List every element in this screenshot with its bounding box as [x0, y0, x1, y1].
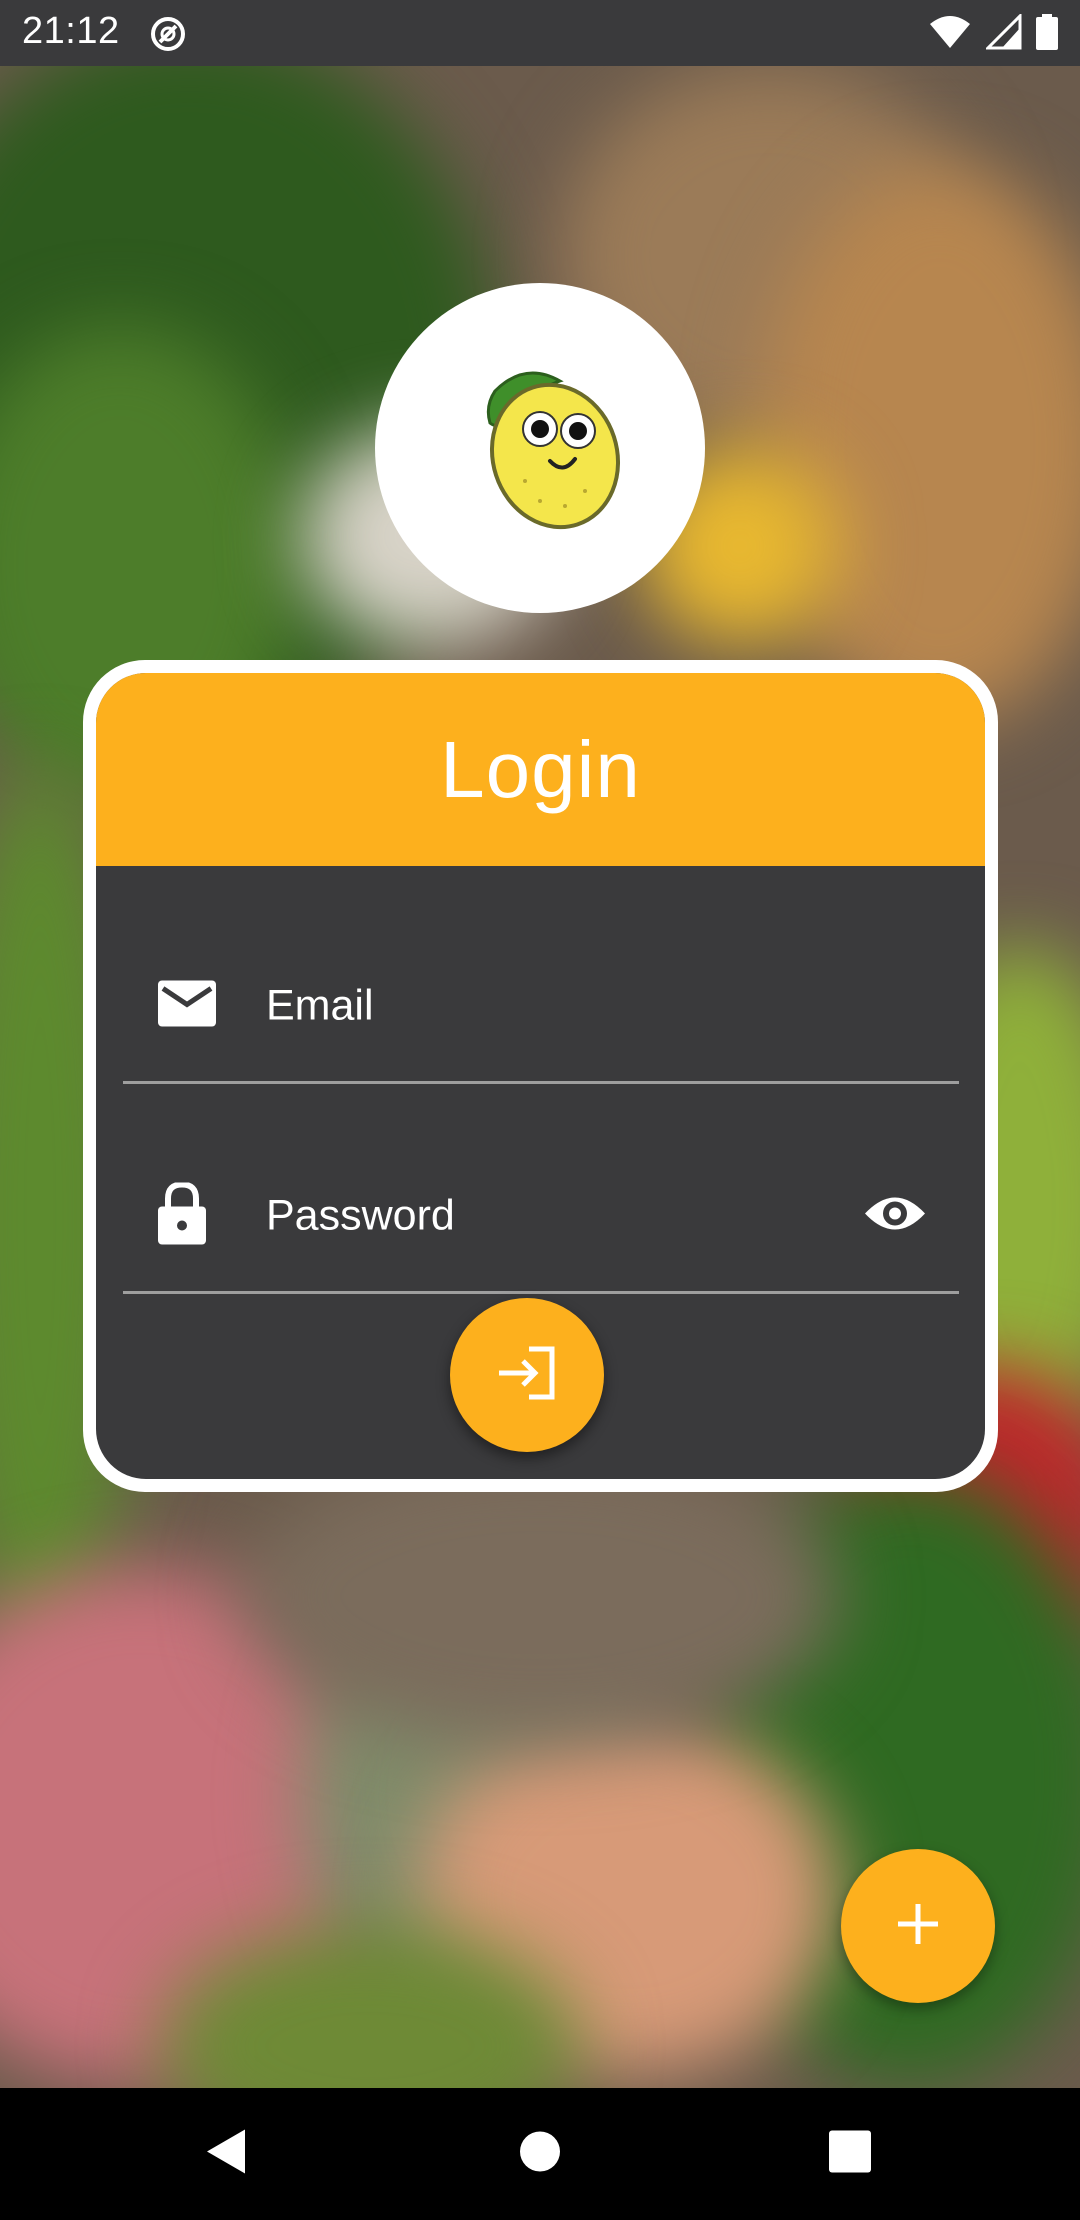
lock-icon: [158, 1181, 206, 1250]
login-card-header: Login: [96, 673, 985, 866]
status-time: 21:12: [22, 10, 120, 52]
app-logo: [375, 283, 705, 613]
navigation-bar: [0, 2088, 1080, 2220]
home-icon[interactable]: [519, 2131, 561, 2178]
login-submit-button[interactable]: [450, 1298, 604, 1452]
lemon-mascot-icon: [445, 351, 635, 546]
wifi-icon: [928, 14, 972, 55]
add-fab-button[interactable]: [841, 1849, 995, 2003]
email-placeholder: Email: [266, 981, 374, 1030]
signal-icon: [984, 12, 1022, 55]
plus-icon: [896, 1902, 940, 1951]
back-icon[interactable]: [205, 2128, 247, 2181]
eye-icon[interactable]: [863, 1192, 927, 1241]
recents-icon[interactable]: [829, 2130, 871, 2178]
email-icon: [158, 980, 216, 1032]
password-placeholder: Password: [266, 1191, 455, 1240]
battery-icon: [1036, 14, 1058, 55]
login-arrow-icon: [497, 1346, 557, 1405]
login-title: Login: [440, 724, 641, 814]
email-field[interactable]: Email: [123, 931, 959, 1084]
password-field[interactable]: Password: [123, 1141, 959, 1294]
status-bar: 21:12: [0, 0, 1080, 66]
app-notification-icon: [148, 14, 188, 59]
